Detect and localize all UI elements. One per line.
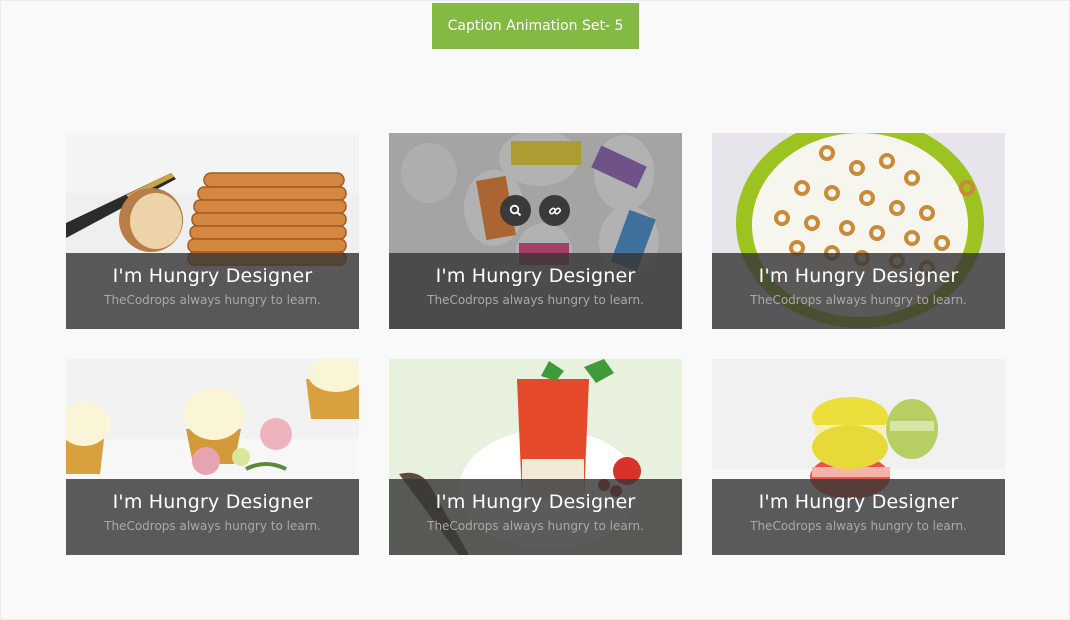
gallery-card-macarons[interactable]: I'm Hungry Designer TheCodrops always hu… (712, 359, 1005, 555)
card-caption: I'm Hungry Designer TheCodrops always hu… (712, 479, 1005, 555)
card-title: I'm Hungry Designer (112, 265, 313, 287)
gallery-card-bread[interactable]: I'm Hungry Designer TheCodrops always hu… (66, 133, 359, 329)
card-caption: I'm Hungry Designer TheCodrops always hu… (389, 479, 682, 555)
card-title: I'm Hungry Designer (435, 491, 636, 513)
card-title: I'm Hungry Designer (758, 265, 959, 287)
card-caption: I'm Hungry Designer TheCodrops always hu… (712, 253, 1005, 329)
card-subtitle: TheCodrops always hungry to learn. (750, 293, 967, 307)
card-subtitle: TheCodrops always hungry to learn. (104, 293, 321, 307)
card-caption: I'm Hungry Designer TheCodrops always hu… (389, 253, 682, 329)
caption-animation-set-button[interactable]: Caption Animation Set- 5 (432, 3, 639, 49)
card-caption: I'm Hungry Designer TheCodrops always hu… (66, 479, 359, 555)
gallery-card-eggs[interactable]: I'm Hungry Designer TheCodrops always hu… (389, 133, 682, 329)
search-icon[interactable] (500, 195, 531, 226)
gallery-card-cereal[interactable]: I'm Hungry Designer TheCodrops always hu… (712, 133, 1005, 329)
card-title: I'm Hungry Designer (112, 491, 313, 513)
card-title: I'm Hungry Designer (435, 265, 636, 287)
link-icon[interactable] (539, 195, 570, 226)
gallery-card-dessert[interactable]: I'm Hungry Designer TheCodrops always hu… (389, 359, 682, 555)
gallery-card-cupcakes[interactable]: I'm Hungry Designer TheCodrops always hu… (66, 359, 359, 555)
card-subtitle: TheCodrops always hungry to learn. (104, 519, 321, 533)
card-subtitle: TheCodrops always hungry to learn. (750, 519, 967, 533)
card-subtitle: TheCodrops always hungry to learn. (427, 519, 644, 533)
card-caption: I'm Hungry Designer TheCodrops always hu… (66, 253, 359, 329)
card-subtitle: TheCodrops always hungry to learn. (427, 293, 644, 307)
card-title: I'm Hungry Designer (758, 491, 959, 513)
